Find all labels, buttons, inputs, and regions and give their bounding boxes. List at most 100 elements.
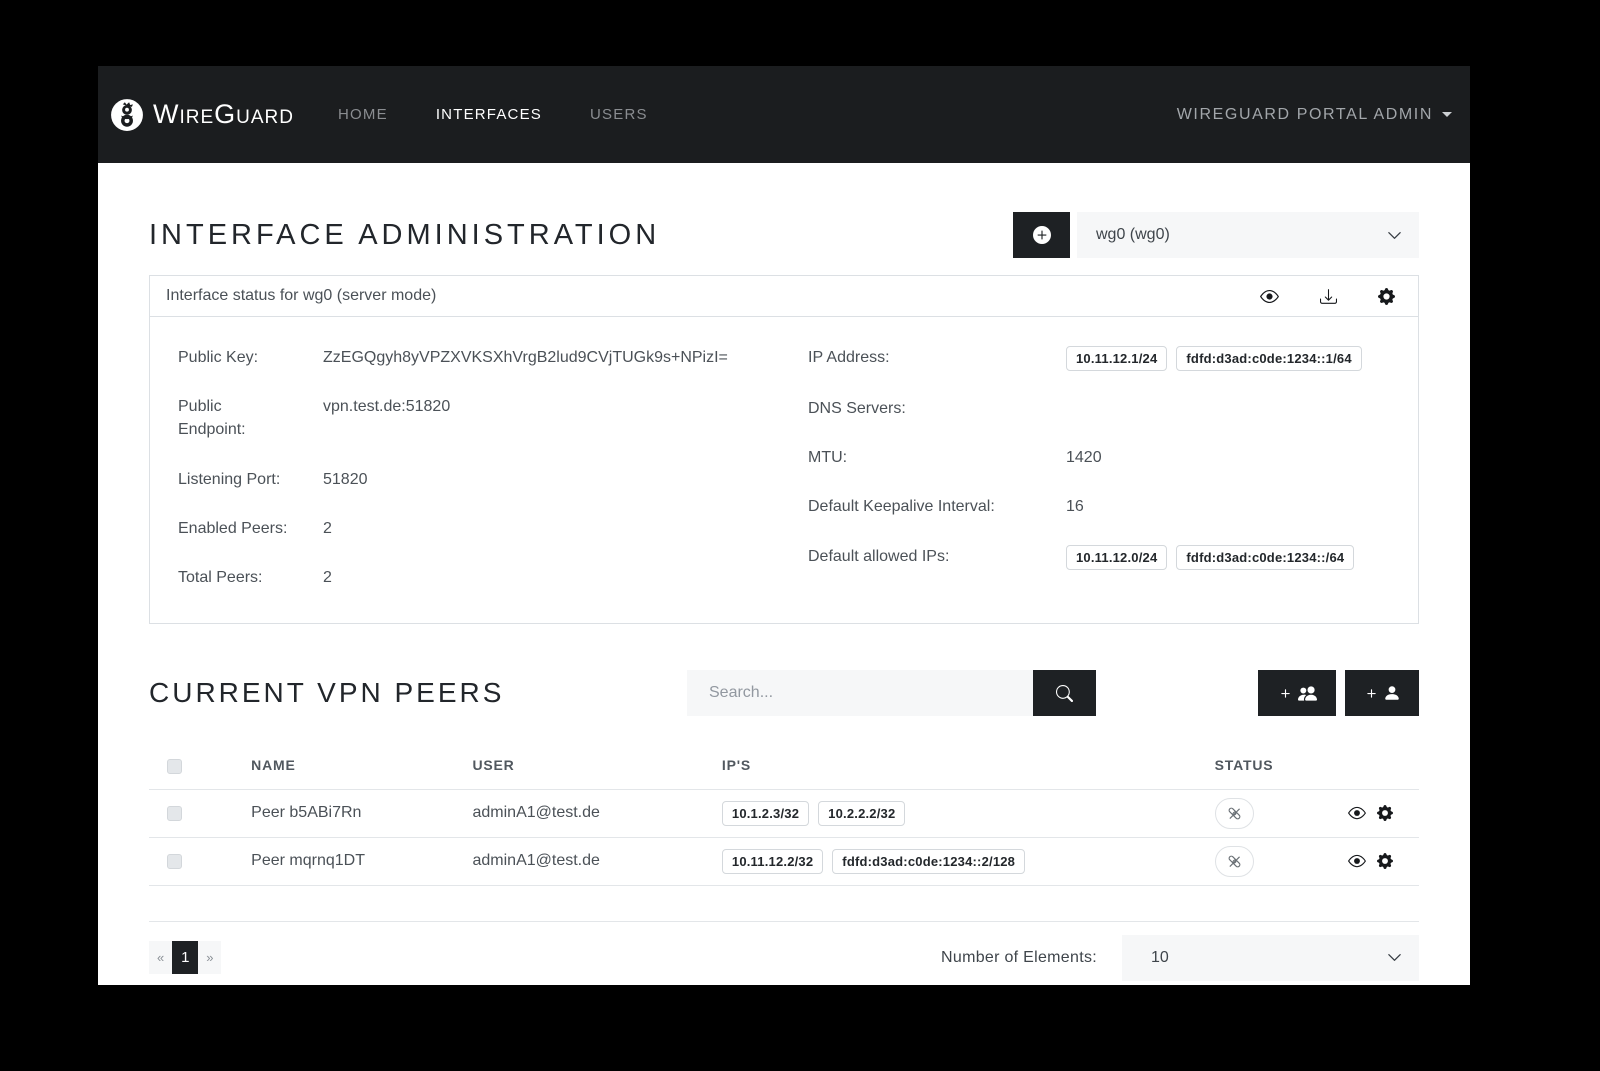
pagination-next[interactable]: » <box>198 941 221 974</box>
public-key-label: Public Key: <box>178 346 288 369</box>
ip-badge: fdfd:d3ad:c0de:1234::/64 <box>1176 545 1354 570</box>
allowed-ips-label: Default allowed IPs: <box>808 545 1033 570</box>
user-menu-label: WIREGUARD PORTAL ADMIN <box>1177 106 1433 124</box>
elements-label: Number of Elements: <box>941 949 1097 967</box>
peers-section-title: CURRENT VPN PEERS <box>149 677 687 709</box>
table-header-row: NAME USER IP'S STATUS <box>149 742 1419 789</box>
ip-badge: 10.11.12.2/32 <box>722 849 823 874</box>
eye-icon[interactable] <box>1348 804 1366 822</box>
nav-links: HOME INTERFACES USERS <box>338 106 648 123</box>
gear-icon[interactable] <box>1377 805 1393 821</box>
gear-icon[interactable] <box>1378 288 1395 305</box>
brand-label: WireGuard <box>153 99 294 130</box>
listening-port-value: 51820 <box>323 468 808 491</box>
mtu-label: MTU: <box>808 446 1033 469</box>
card-header: Interface status for wg0 (server mode) <box>150 276 1418 317</box>
peer-ip-badges: 10.1.2.3/32 10.2.2.2/32 <box>722 801 1215 826</box>
caret-down-icon <box>1442 112 1452 117</box>
table-footer: « 1 » Number of Elements: 10 <box>149 935 1419 981</box>
row-checkbox[interactable] <box>167 854 182 869</box>
peer-buttons <box>1258 670 1419 716</box>
peer-name: Peer mqrnq1DT <box>251 837 472 885</box>
main-content: INTERFACE ADMINISTRATION wg0 (wg0) Inter… <box>98 212 1470 981</box>
search-icon <box>1056 685 1073 702</box>
row-actions <box>1346 804 1419 822</box>
dns-servers-value <box>1066 397 1402 420</box>
card-header-title: Interface status for wg0 (server mode) <box>166 287 436 305</box>
nav-link-users[interactable]: USERS <box>590 106 648 123</box>
page-header: INTERFACE ADMINISTRATION wg0 (wg0) <box>149 212 1419 258</box>
mtu-value: 1420 <box>1066 446 1402 469</box>
add-peer-button[interactable] <box>1345 670 1419 716</box>
card-header-actions <box>1260 287 1402 306</box>
navbar: WireGuard HOME INTERFACES USERS WIREGUAR… <box>98 66 1470 163</box>
elements-select-value: 10 <box>1151 949 1169 967</box>
plus-icon <box>1364 686 1379 701</box>
enabled-peers-value: 2 <box>323 517 808 540</box>
peer-ip-badges: 10.11.12.2/32 fdfd:d3ad:c0de:1234::2/128 <box>722 849 1215 874</box>
search-button[interactable] <box>1033 670 1096 716</box>
download-icon[interactable] <box>1320 288 1337 305</box>
column-header-user: USER <box>473 742 722 789</box>
peer-user: adminA1@test.de <box>473 837 722 885</box>
total-peers-value: 2 <box>323 566 808 589</box>
status-right-column: IP Address: 10.11.12.1/24 fdfd:d3ad:c0de… <box>808 346 1402 623</box>
status-left-column: Public Key: ZzEGQgyh8yVPZXVKSXhVrgB2lud9… <box>178 346 808 623</box>
table-row: Peer b5ABi7Rn adminA1@test.de 10.1.2.3/3… <box>149 789 1419 837</box>
person-icon <box>1383 684 1401 702</box>
search-group <box>687 670 1096 716</box>
plus-circle-icon <box>1033 226 1051 244</box>
plus-icon <box>1278 686 1293 701</box>
row-checkbox[interactable] <box>167 806 182 821</box>
keepalive-label: Default Keepalive Interval: <box>808 495 1033 518</box>
interface-select-value: wg0 (wg0) <box>1096 226 1170 244</box>
column-header-name: NAME <box>251 742 472 789</box>
nav-link-home[interactable]: HOME <box>338 106 388 123</box>
search-input[interactable] <box>687 670 1033 716</box>
interface-controls: wg0 (wg0) <box>1013 212 1419 258</box>
column-header-ips: IP'S <box>722 742 1215 789</box>
wireguard-logo-icon <box>110 98 144 132</box>
ip-badge: 10.11.12.1/24 <box>1066 346 1167 371</box>
user-menu-dropdown[interactable]: WIREGUARD PORTAL ADMIN <box>1177 106 1452 124</box>
public-key-value: ZzEGQgyh8yVPZXVKSXhVrgB2lud9CVjTUGk9s+NP… <box>323 346 808 369</box>
public-endpoint-label: Public Endpoint: <box>178 395 288 441</box>
people-icon <box>1298 684 1317 703</box>
allowed-ips-badges: 10.11.12.0/24 fdfd:d3ad:c0de:1234::/64 <box>1066 545 1402 570</box>
elements-control: Number of Elements: 10 <box>941 935 1419 981</box>
status-badge <box>1215 798 1254 829</box>
keepalive-value: 16 <box>1066 495 1402 518</box>
card-body: Public Key: ZzEGQgyh8yVPZXVKSXhVrgB2lud9… <box>150 317 1418 623</box>
brand[interactable]: WireGuard <box>110 98 294 132</box>
link-slash-icon <box>1227 854 1242 869</box>
gear-icon[interactable] <box>1377 853 1393 869</box>
dns-servers-label: DNS Servers: <box>808 397 1033 420</box>
peer-name: Peer b5ABi7Rn <box>251 789 472 837</box>
pagination-prev[interactable]: « <box>149 941 172 974</box>
nav-link-interfaces[interactable]: INTERFACES <box>436 106 542 123</box>
ip-badge: 10.2.2.2/32 <box>818 801 905 826</box>
peer-user: adminA1@test.de <box>473 789 722 837</box>
add-interface-button[interactable] <box>1013 212 1070 258</box>
ip-badge: 10.1.2.3/32 <box>722 801 809 826</box>
select-all-checkbox[interactable] <box>167 759 182 774</box>
row-actions <box>1346 852 1419 870</box>
add-multiple-peers-button[interactable] <box>1258 670 1336 716</box>
interface-select[interactable]: wg0 (wg0) <box>1077 212 1419 258</box>
divider <box>149 921 1419 922</box>
column-header-status: STATUS <box>1215 742 1346 789</box>
eye-icon[interactable] <box>1348 852 1366 870</box>
ip-badge: 10.11.12.0/24 <box>1066 545 1167 570</box>
interface-status-card: Interface status for wg0 (server mode) P… <box>149 275 1419 624</box>
table-row: Peer mqrnq1DT adminA1@test.de 10.11.12.2… <box>149 837 1419 885</box>
ip-badge: fdfd:d3ad:c0de:1234::2/128 <box>832 849 1025 874</box>
total-peers-label: Total Peers: <box>178 566 288 589</box>
ip-address-label: IP Address: <box>808 346 1033 371</box>
chevron-down-icon <box>1387 950 1402 965</box>
ip-address-badges: 10.11.12.1/24 fdfd:d3ad:c0de:1234::1/64 <box>1066 346 1402 371</box>
public-endpoint-value: vpn.test.de:51820 <box>323 395 808 441</box>
status-badge <box>1215 846 1254 877</box>
elements-select[interactable]: 10 <box>1122 935 1419 981</box>
eye-icon[interactable] <box>1260 287 1279 306</box>
pagination-page-1[interactable]: 1 <box>172 941 198 974</box>
